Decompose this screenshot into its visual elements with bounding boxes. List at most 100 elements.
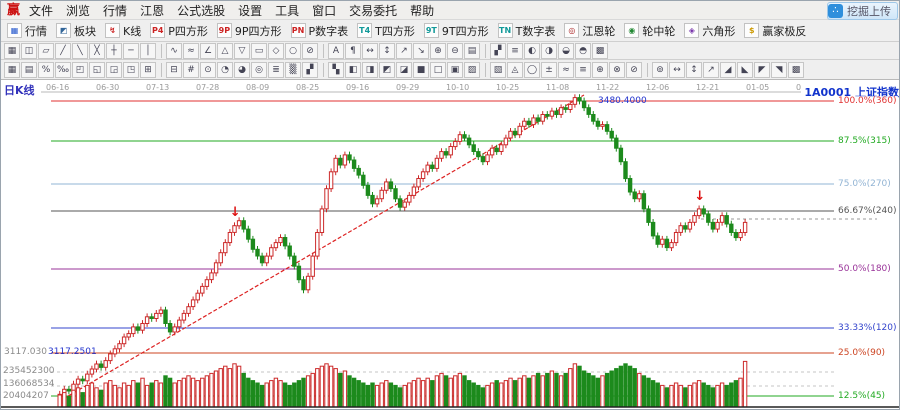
hline-icon[interactable]: ─ (123, 43, 139, 59)
half-bottom-icon[interactable]: ◒ (558, 43, 574, 59)
hatch-icon[interactable]: ▞ (490, 43, 506, 59)
arrow-h-icon[interactable]: ↔ (669, 62, 685, 78)
vline-icon[interactable]: │ (140, 43, 156, 59)
menu-item-6[interactable]: 设置 (238, 4, 262, 18)
wave-icon[interactable]: ∿ (166, 43, 182, 59)
cross-line-icon[interactable]: ╳ (89, 43, 105, 59)
toolbar-item-quotes[interactable]: ▦行情 (4, 21, 52, 41)
trend-up-line-icon[interactable]: ╱ (55, 43, 71, 59)
rect-icon[interactable]: ▭ (251, 43, 267, 59)
circle-slash-icon[interactable]: ⊘ (626, 62, 642, 78)
permille-icon[interactable]: ‰ (55, 62, 71, 78)
lines-icon[interactable]: ≣ (268, 62, 284, 78)
quad-tr-icon[interactable]: ◳ (123, 62, 139, 78)
diag-hatch-icon[interactable]: ▧ (490, 62, 506, 78)
toolbar-item-t-number-table[interactable]: TNT数字表 (495, 21, 561, 41)
arrow-ne-icon[interactable]: ↗ (396, 43, 412, 59)
pencil-icon[interactable]: ▱ (38, 43, 54, 59)
solid-box-icon[interactable]: ■ (413, 62, 429, 78)
ring-icon[interactable]: ◎ (251, 62, 267, 78)
toolbar-item-p-square[interactable]: P4P四方形 (147, 21, 213, 41)
cross-hatch-icon[interactable]: ▨ (464, 62, 480, 78)
arrow-se-icon[interactable]: ↘ (413, 43, 429, 59)
trend-down-line-icon[interactable]: ╲ (72, 43, 88, 59)
toolbar-item-winner-trend[interactable]: $赢家极反 (741, 21, 811, 41)
toolbar-item-9t-square[interactable]: 9T9T四方形 (421, 21, 494, 41)
triangle-down-icon[interactable]: ▽ (234, 43, 250, 59)
menu-item-4[interactable]: 江恩 (140, 4, 164, 18)
upload-button[interactable]: ∴ 挖掘上传 (827, 2, 898, 20)
triangle-up-icon[interactable]: △ (217, 43, 233, 59)
text-icon[interactable]: A (328, 43, 344, 59)
angle-icon[interactable]: ∠ (200, 43, 216, 59)
arrow-ne-icon[interactable]: ↗ (703, 62, 719, 78)
no-draw-icon[interactable]: ⊘ (302, 43, 318, 59)
quad-tl-icon[interactable]: ◰ (72, 62, 88, 78)
hatch-ne-icon[interactable]: ▞ (302, 62, 318, 78)
menu-item-10[interactable]: 帮助 (410, 4, 434, 18)
corner-tl-icon[interactable]: ◤ (754, 62, 770, 78)
plus-minus-icon[interactable]: ± (541, 62, 557, 78)
half-top-icon[interactable]: ◓ (575, 43, 591, 59)
circle-times-icon[interactable]: ⊗ (609, 62, 625, 78)
dot-circle-icon[interactable]: ⊙ (200, 62, 216, 78)
corner-tr-icon[interactable]: ◥ (771, 62, 787, 78)
toolbar-item-hexagon[interactable]: ◈六角形 (681, 21, 740, 41)
equiv-icon[interactable]: ≡ (575, 62, 591, 78)
half-box-l-icon[interactable]: ◧ (345, 62, 361, 78)
plus-box-icon[interactable]: ⊞ (140, 62, 156, 78)
paragraph-icon[interactable]: ¶ (345, 43, 361, 59)
menu-item-3[interactable]: 行情 (103, 4, 127, 18)
minus-box-icon[interactable]: ⊟ (166, 62, 182, 78)
big-circle-icon[interactable]: ◯ (524, 62, 540, 78)
toolbar-item-sectors[interactable]: ◩板块 (53, 21, 101, 41)
half-left-icon[interactable]: ◐ (524, 43, 540, 59)
half-box-r-icon[interactable]: ◨ (362, 62, 378, 78)
shade-light-icon[interactable]: ▒ (285, 62, 301, 78)
toolbar-item-t-square[interactable]: T4T四方形 (354, 21, 420, 41)
three-quarter-icon[interactable]: ◕ (234, 62, 250, 78)
toolbar-item-gann-wheel[interactable]: ◎江恩轮 (561, 21, 620, 41)
hash-icon[interactable]: # (183, 62, 199, 78)
toolbar-item-kline[interactable]: ↯K线 (102, 21, 146, 41)
corner-br-icon[interactable]: ◢ (720, 62, 736, 78)
shade-icon[interactable]: ▩ (592, 43, 608, 59)
approx-icon[interactable]: ≈ (183, 43, 199, 59)
zoom-in-icon[interactable]: ⊕ (430, 43, 446, 59)
corner-bl-icon[interactable]: ◣ (737, 62, 753, 78)
toolbar-item-p-number-table[interactable]: PNP数字表 (288, 21, 354, 41)
hatch-nw-icon[interactable]: ▚ (328, 62, 344, 78)
shade-icon[interactable]: ▩ (788, 62, 804, 78)
half-right-icon[interactable]: ◑ (541, 43, 557, 59)
empty-box-icon[interactable]: □ (430, 62, 446, 78)
tri-icon[interactable]: ◬ (507, 62, 523, 78)
list-icon[interactable]: ≡ (507, 43, 523, 59)
arrow-h-icon[interactable]: ↔ (362, 43, 378, 59)
menu-item-1[interactable]: 文件 (29, 4, 53, 18)
rows-icon[interactable]: ▤ (21, 62, 37, 78)
circle-ring-icon[interactable]: ⊚ (652, 62, 668, 78)
diamond-icon[interactable]: ◇ (268, 43, 284, 59)
quad-bl-icon[interactable]: ◱ (89, 62, 105, 78)
menu-item-5[interactable]: 公式选股 (177, 4, 225, 18)
toolbar-item-9p-square[interactable]: 9P9P四方形 (214, 21, 287, 41)
half-box-t-icon[interactable]: ◩ (379, 62, 395, 78)
percent-icon[interactable]: % (38, 62, 54, 78)
panel-icon[interactable]: ◫ (21, 43, 37, 59)
toolbar-item-wheel-in-wheel[interactable]: ◉轮中轮 (621, 21, 680, 41)
rows-icon[interactable]: ▤ (464, 43, 480, 59)
menu-item-8[interactable]: 窗口 (312, 4, 336, 18)
half-box-b-icon[interactable]: ◪ (396, 62, 412, 78)
circle-plus-icon[interactable]: ⊕ (592, 62, 608, 78)
arrow-v-icon[interactable]: ↕ (379, 43, 395, 59)
approx-icon[interactable]: ≈ (558, 62, 574, 78)
circle-icon[interactable]: ○ (285, 43, 301, 59)
menu-item-2[interactable]: 浏览 (66, 4, 90, 18)
dot-box-icon[interactable]: ▣ (447, 62, 463, 78)
menu-item-9[interactable]: 交易委托 (349, 4, 397, 18)
quad-br-icon[interactable]: ◲ (106, 62, 122, 78)
zoom-out-icon[interactable]: ⊖ (447, 43, 463, 59)
quarter-icon[interactable]: ◔ (217, 62, 233, 78)
arrow-v-icon[interactable]: ↕ (686, 62, 702, 78)
menu-item-7[interactable]: 工具 (275, 4, 299, 18)
